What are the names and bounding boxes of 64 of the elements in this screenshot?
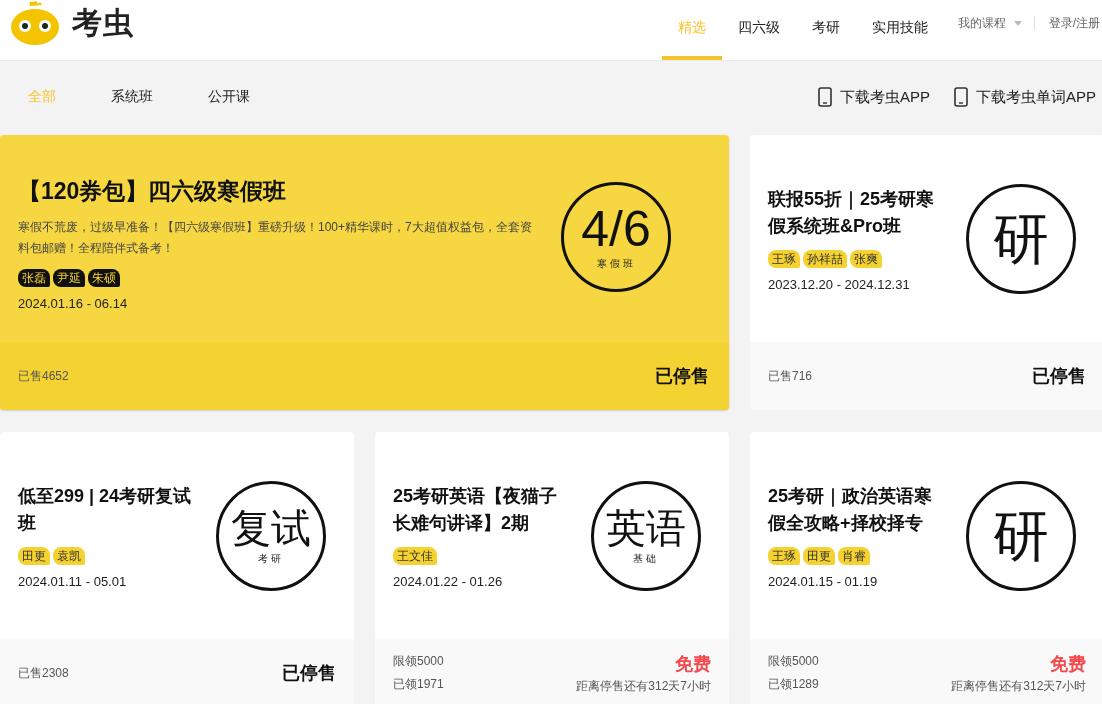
nav-tab[interactable]: 四六级 bbox=[721, 4, 796, 60]
emblem-subtext: 基础 bbox=[633, 551, 659, 566]
claim-limit: 限领5000 bbox=[768, 653, 819, 670]
emblem-text: 英语 bbox=[606, 505, 686, 550]
teacher-tag: 王琢 bbox=[768, 249, 800, 268]
teacher-tag: 孙祥喆 bbox=[803, 249, 847, 268]
claimed-count: 已领1289 bbox=[768, 676, 819, 693]
course-dates: 2024.01.15 - 01.19 bbox=[768, 573, 879, 589]
course-card[interactable]: 25考研｜政治英语寒假全攻略+择校择专 王琢 田更 肖睿 2024.01.15 - 01.19 研 限领5000 已领1289 免费 距离停售还有312天7小时 bbox=[750, 432, 1102, 704]
emblem-subtext: 寒假班 bbox=[596, 257, 636, 271]
download-link[interactable]: 下载考虫APP bbox=[817, 87, 930, 107]
chick-logo-icon[interactable] bbox=[10, 0, 60, 46]
filter-tab[interactable]: 公开课 bbox=[208, 88, 250, 106]
caret-icon bbox=[1013, 20, 1022, 26]
teacher-tag: 王文佳 bbox=[393, 546, 437, 565]
course-title: 低至299 | 24考研复试班 bbox=[18, 484, 193, 535]
emblem-text: 研 bbox=[993, 208, 1049, 269]
course-card[interactable]: 25考研英语【夜猫子长难句讲译】2期 王文佳 2024.01.22 - 01.26 英语 基础 限领5000 已领1971 免费 距离停售还有312天7小时 bbox=[375, 432, 729, 704]
teacher-tag: 田更 bbox=[803, 546, 835, 565]
sale-status: 已停售 bbox=[1032, 365, 1086, 388]
course-title: 25考研｜政治英语寒假全攻略+择校择专 bbox=[768, 484, 934, 535]
teacher-tag: 张爽 bbox=[850, 249, 882, 268]
logo-text[interactable]: 考虫 bbox=[72, 2, 134, 44]
emblem-text: 复试 bbox=[231, 505, 311, 550]
nav-tab[interactable]: 考研 bbox=[795, 4, 856, 60]
teacher-tag: 王琢 bbox=[768, 546, 800, 565]
course-title: 【120券包】四六级寒假班 bbox=[18, 177, 288, 206]
sale-status: 已停售 bbox=[655, 365, 709, 388]
price-label: 免费 bbox=[675, 652, 711, 676]
course-card[interactable]: 低至299 | 24考研复试班 田更 袁凯 2024.01.11 - 05.01 复试 考研 已售2308 已停售 bbox=[0, 432, 354, 704]
emblem-text: 研 bbox=[993, 505, 1049, 566]
course-title: 25考研英语【夜猫子长难句讲译】2期 bbox=[393, 484, 559, 535]
teacher-tag: 田更 bbox=[18, 546, 50, 565]
course-card[interactable]: 联报55折｜25考研寒假系统班&Pro班 王琢 孙祥喆 张爽 2023.12.20 - 2024.12.31 研 已售716 已停售 bbox=[750, 135, 1102, 410]
phone-icon bbox=[817, 87, 832, 107]
emblem-subtext: 考研 bbox=[258, 551, 284, 566]
login-link[interactable]: 登录/注册 bbox=[1048, 14, 1100, 32]
sold-count: 已售4652 bbox=[18, 367, 69, 385]
teacher-tag: 张磊 bbox=[18, 269, 50, 287]
phone-icon bbox=[954, 87, 968, 107]
course-title: 联报55折｜25考研寒假系统班&Pro班 bbox=[768, 187, 936, 238]
claim-limit: 限领5000 bbox=[393, 653, 444, 670]
countdown-text: 距离停售还有312天7小时 bbox=[576, 677, 711, 695]
teacher-tag: 肖睿 bbox=[838, 546, 870, 565]
sale-status: 已停售 bbox=[282, 662, 336, 685]
course-dates: 2023.12.20 - 2024.12.31 bbox=[768, 276, 911, 292]
claimed-count: 已领1971 bbox=[393, 676, 444, 693]
course-card[interactable]: 【120券包】四六级寒假班 寒假不荒废，过级早准备！【四六级寒假班】重磅升级！100+精华课时，7大超值权益包，全套资料包邮赠！全程陪伴式备考！ 张磊 尹延 朱硕 2024.01.16 - 06.14 4/6 寒假班 已售4652 已停售 bbox=[0, 135, 729, 410]
emblem-text: 4/6 bbox=[581, 203, 651, 255]
course-dates: 2024.01.11 - 05.01 bbox=[18, 573, 128, 589]
download-link[interactable]: 下载考虫单词APP bbox=[954, 87, 1096, 107]
teacher-tag: 朱硕 bbox=[88, 269, 120, 287]
course-description: 寒假不荒废，过级早准备！【四六级寒假班】重磅升级！100+精华课时，7大超值权益包，全套资料包邮赠！全程陪伴式备考！ bbox=[18, 219, 533, 257]
filter-tab[interactable]: 系统班 bbox=[111, 88, 153, 106]
nav-tab[interactable]: 实用技能 bbox=[855, 4, 944, 60]
course-dates: 2024.01.22 - 01.26 bbox=[393, 573, 504, 589]
teacher-tag: 袁凯 bbox=[53, 546, 85, 565]
countdown-text: 距离停售还有312天7小时 bbox=[951, 677, 1086, 695]
price-label: 免费 bbox=[1050, 652, 1086, 676]
my-courses-dropdown[interactable]: 我的课程 bbox=[957, 14, 1022, 32]
teacher-tag: 尹延 bbox=[53, 269, 85, 287]
course-dates: 2024.01.16 - 06.14 bbox=[18, 296, 129, 311]
sold-count: 已售2308 bbox=[18, 664, 69, 682]
sold-count: 已售716 bbox=[768, 367, 813, 385]
